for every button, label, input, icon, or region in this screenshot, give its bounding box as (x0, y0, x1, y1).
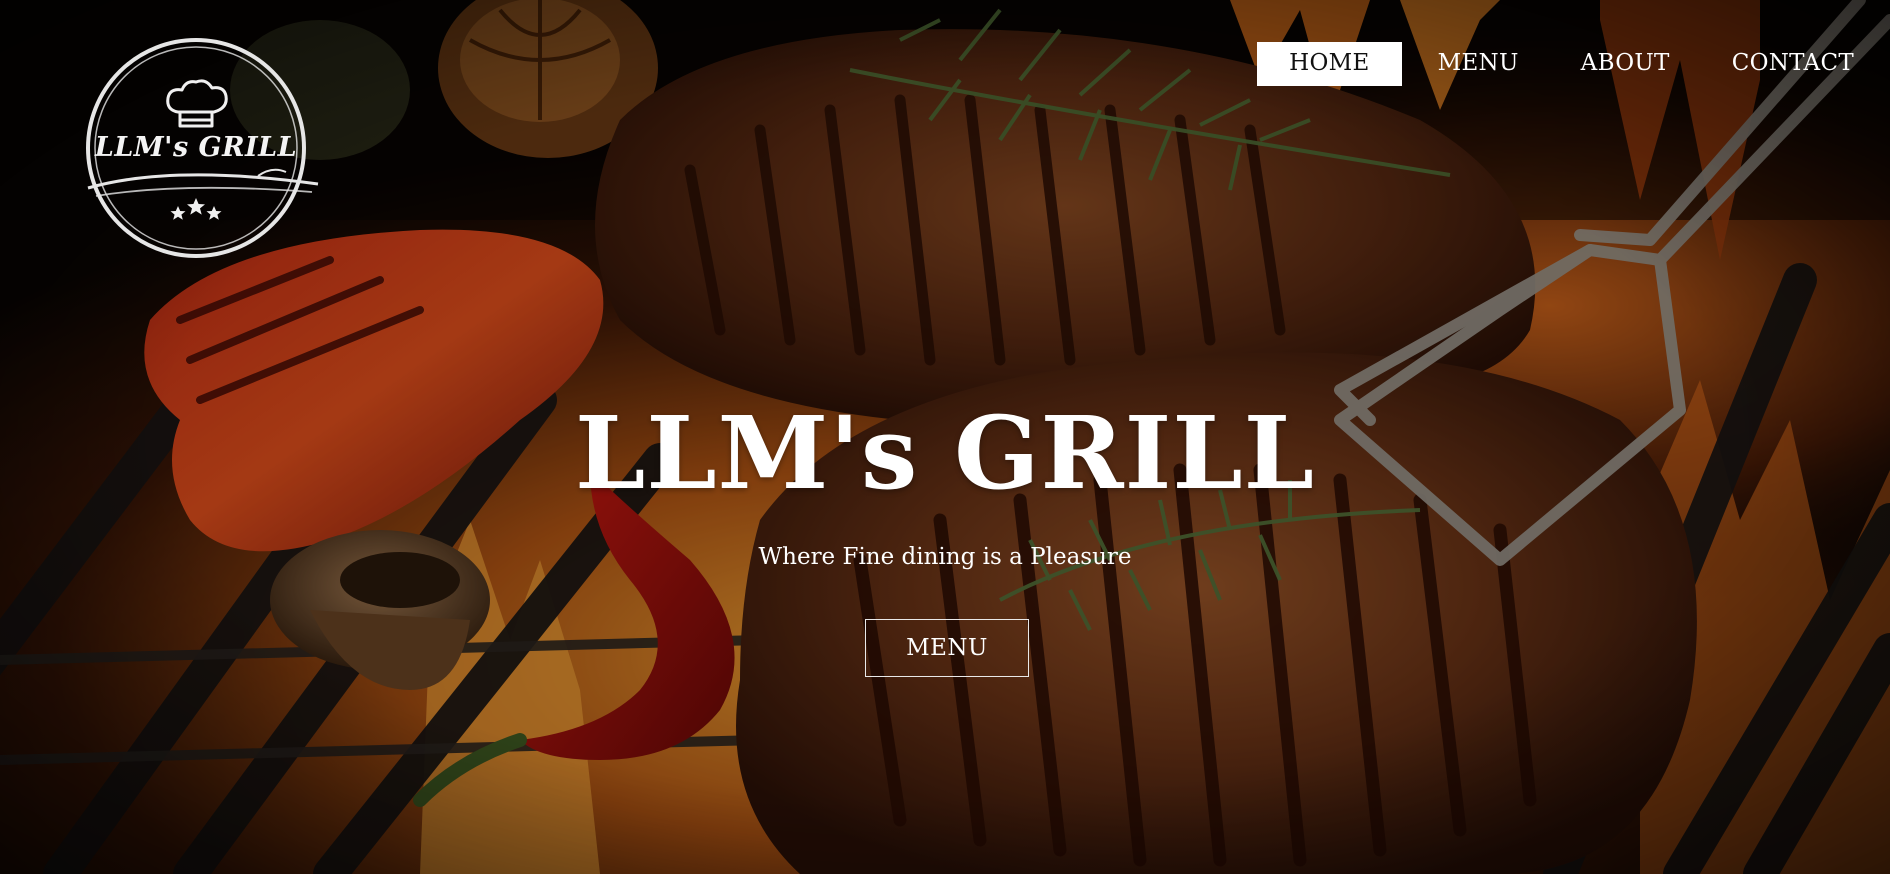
logo-emblem: LLM's GRILL (86, 38, 319, 258)
rating-stars-icon (170, 198, 222, 220)
hero-section: LLM's GRILL HOME MENU ABOUT CONTACT LLM'… (0, 0, 1890, 874)
hero-menu-button[interactable]: MENU (865, 619, 1029, 677)
nav-contact-link[interactable]: CONTACT (1701, 42, 1890, 86)
nav-home-link[interactable]: HOME (1257, 42, 1402, 86)
logo-text: LLM's GRILL (94, 132, 297, 163)
site-logo[interactable]: LLM's GRILL (82, 36, 326, 260)
hero-subtitle: Where Fine dining is a Pleasure (758, 544, 1132, 570)
chef-hat-icon (166, 79, 228, 128)
hero-title: LLM's GRILL (575, 394, 1315, 512)
nav-about-link[interactable]: ABOUT (1550, 42, 1701, 86)
main-navigation: HOME MENU ABOUT CONTACT (1257, 42, 1890, 86)
nav-menu-link[interactable]: MENU (1407, 42, 1550, 86)
